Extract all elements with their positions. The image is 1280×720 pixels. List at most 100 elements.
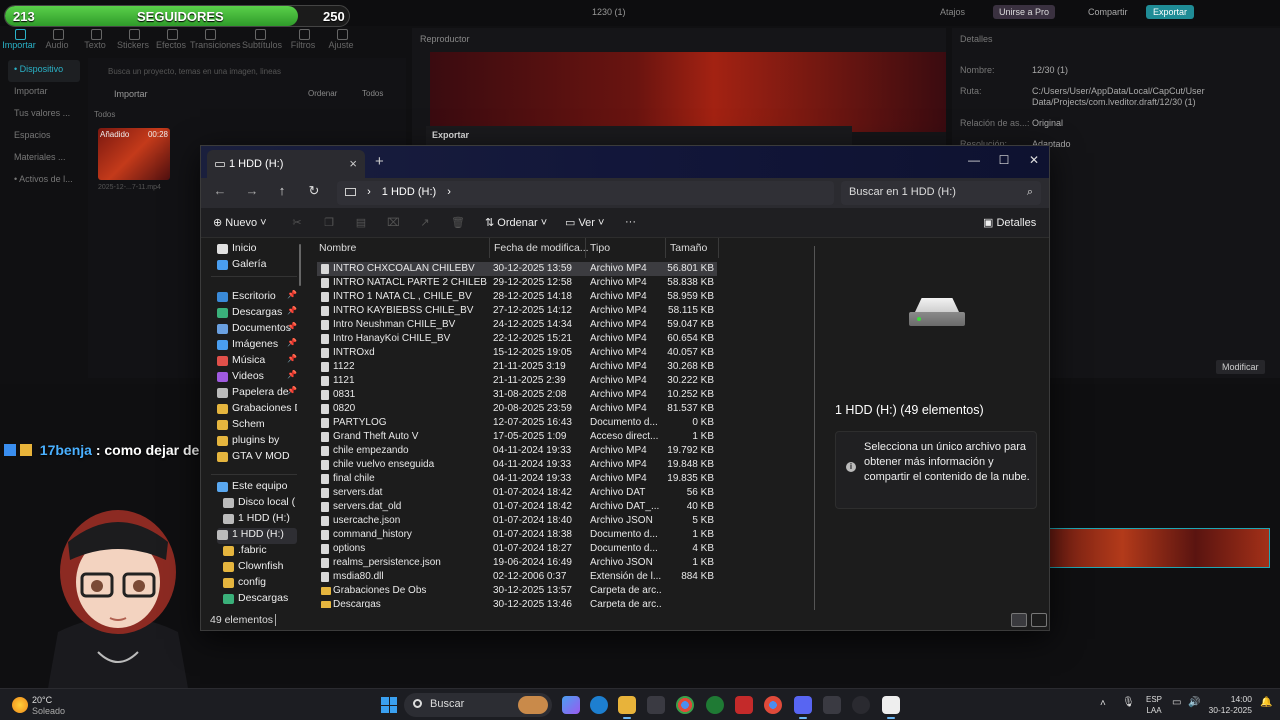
refresh-icon[interactable]: ↻	[301, 183, 327, 203]
column-type[interactable]: Tipo	[590, 242, 610, 254]
join-pro-button[interactable]: Unirse a Pro	[993, 5, 1056, 19]
steam-icon[interactable]	[852, 696, 870, 714]
details-pane-splitter[interactable]	[814, 246, 815, 610]
chrome-profile-icon[interactable]	[764, 696, 782, 714]
file-row[interactable]: INTRO NATACL PARTE 2 CHILEBV 29-12-2025 1…	[317, 276, 717, 290]
file-row[interactable]: INTRO KAYBIEBSS CHILE_BV 27-12-2025 14:12…	[317, 304, 717, 318]
tool-audio[interactable]: Audio	[38, 26, 76, 56]
nav-item[interactable]: 1 HDD (H:)	[223, 512, 299, 528]
tool-stickers[interactable]: Stickers	[114, 26, 152, 56]
file-row[interactable]: final chile 04-11-2024 19:33 Archivo MP4 19…	[317, 472, 717, 486]
maximize-button[interactable]: ☐	[989, 150, 1019, 172]
up-arrow-icon[interactable]: ↑	[269, 183, 295, 203]
microphone-icon[interactable]: 🎙	[1122, 697, 1135, 708]
file-row[interactable]: chile vuelvo enseguida 04-11-2024 19:33 Ar…	[317, 458, 717, 472]
media-sort-button[interactable]: Ordenar	[308, 89, 337, 98]
file-row[interactable]: 1121 21-11-2025 2:39 Archivo MP4 30.222 KB	[317, 374, 717, 388]
clock[interactable]: 14:00 30-12-2025	[1208, 694, 1252, 716]
side-spaces[interactable]: Espacios	[8, 126, 80, 148]
nav-item[interactable]: Papelera de 📌	[217, 386, 297, 402]
explorer-tab[interactable]: 1 HDD (H:) ×	[207, 150, 365, 178]
language-indicator[interactable]: ESP LAA	[1146, 694, 1162, 716]
media-search-input[interactable]: Busca un proyecto, temas en una imagen, …	[108, 67, 281, 76]
side-import[interactable]: Importar	[8, 82, 80, 104]
game-icon[interactable]	[823, 696, 841, 714]
tiles-view-icon[interactable]	[1031, 613, 1047, 627]
details-pane-button[interactable]: ▣ Detalles	[983, 216, 1036, 229]
share-icon[interactable]: ↗	[419, 216, 431, 229]
nav-item[interactable]: Videos 📌	[217, 370, 297, 386]
media-import-button[interactable]: Importar	[114, 89, 148, 99]
cut-icon[interactable]: ✂	[291, 216, 303, 229]
column-date[interactable]: Fecha de modifica...	[494, 242, 589, 254]
nav-item[interactable]: Escritorio 📌	[217, 290, 297, 306]
column-separator[interactable]	[665, 238, 666, 258]
nav-item[interactable]: 1 HDD (H:)	[217, 528, 297, 544]
side-device[interactable]: • Dispositivo	[8, 60, 80, 82]
taskbar-search[interactable]: Buscar	[404, 693, 552, 717]
navigation-scrollbar[interactable]	[299, 244, 301, 286]
forward-arrow-icon[interactable]: →	[239, 183, 265, 203]
nav-item[interactable]: Disco local (	[223, 496, 299, 512]
column-separator[interactable]	[489, 238, 490, 258]
nav-item[interactable]: Música 📌	[217, 354, 297, 370]
tool-filters[interactable]: Filtros	[284, 26, 322, 56]
column-separator[interactable]	[718, 238, 719, 258]
delete-icon[interactable]: 🗑	[451, 216, 465, 229]
file-row[interactable]: 0831 31-08-2025 2:08 Archivo MP4 10.252 KB	[317, 388, 717, 402]
minimize-button[interactable]: —	[959, 150, 989, 172]
nav-item[interactable]: Schem	[217, 418, 297, 434]
close-window-button[interactable]: ✕	[1019, 150, 1049, 172]
tool-text[interactable]: Texto	[76, 26, 114, 56]
file-row[interactable]: chile empezando 04-11-2024 19:33 Archivo M…	[317, 444, 717, 458]
paste-icon[interactable]: ▤	[355, 216, 367, 229]
capcut-icon[interactable]	[882, 696, 900, 719]
store-icon[interactable]	[647, 696, 665, 714]
file-explorer-icon[interactable]	[618, 696, 636, 719]
side-materials[interactable]: Materiales ...	[8, 148, 80, 170]
export-button[interactable]: Exportar	[1146, 5, 1195, 19]
back-arrow-icon[interactable]: ←	[207, 183, 233, 203]
view-button[interactable]: ▭ Ver ˅	[565, 216, 604, 229]
tool-subtitles[interactable]: Subtítulos	[240, 26, 284, 56]
file-row[interactable]: usercache.json 01-07-2024 18:40 Archivo JS…	[317, 514, 717, 528]
obs-record-icon[interactable]	[735, 696, 753, 714]
tool-import[interactable]: Importar	[0, 26, 38, 56]
new-button[interactable]: ⊕ Nuevo ˅	[213, 216, 267, 229]
tray-chevron-icon[interactable]: ˄	[1100, 698, 1106, 709]
nav-item[interactable]: Inicio	[217, 242, 297, 258]
side-assets[interactable]: • Activos de l...	[8, 170, 80, 192]
file-row[interactable]: Descargas 30-12-2025 13:46 Carpeta de arc.…	[317, 598, 717, 608]
file-row[interactable]: INTRO CHXCOALAN CHILEBV 30-12-2025 13:59 A…	[317, 262, 717, 276]
breadcrumb-drive[interactable]: 1 HDD (H:)	[382, 186, 436, 198]
network-icon[interactable]: ▭	[1172, 697, 1181, 708]
nav-item[interactable]: Imágenes 📌	[217, 338, 297, 354]
tool-effects[interactable]: Efectos	[152, 26, 190, 56]
close-tab-icon[interactable]: ×	[349, 156, 357, 171]
search-input[interactable]: Buscar en 1 HDD (H:) ⌕	[841, 181, 1041, 205]
file-row[interactable]: Intro Neushman CHILE_BV 24-12-2025 14:34 A…	[317, 318, 717, 332]
new-tab-button[interactable]: +	[375, 153, 384, 170]
file-row[interactable]: servers.dat 01-07-2024 18:42 Archivo DAT 56…	[317, 486, 717, 500]
file-row[interactable]: servers.dat_old 01-07-2024 18:42 Archivo D…	[317, 500, 717, 514]
file-row[interactable]: INTROxd 15-12-2025 19:05 Archivo MP4 40.057…	[317, 346, 717, 360]
nav-item[interactable]: Documentos 📌	[217, 322, 297, 338]
copy-icon[interactable]: ❐	[323, 216, 335, 229]
rename-icon[interactable]: ⌧	[387, 216, 400, 229]
details-view-icon[interactable]	[1011, 613, 1027, 627]
more-options-button[interactable]: ···	[625, 216, 636, 228]
file-row[interactable]: Grand Theft Auto V 17-05-2025 1:09 Acceso …	[317, 430, 717, 444]
nav-item[interactable]: Descargas 📌	[217, 306, 297, 322]
edge-icon[interactable]	[590, 696, 608, 714]
discord-icon[interactable]	[794, 696, 812, 719]
side-your-values[interactable]: Tus valores ...	[8, 104, 80, 126]
copilot-icon[interactable]	[562, 696, 580, 714]
address-bar[interactable]: › 1 HDD (H:) ›	[337, 181, 834, 205]
chrome-icon[interactable]	[676, 696, 694, 714]
nav-item[interactable]: Descargas	[223, 592, 299, 608]
xbox-icon[interactable]	[706, 696, 724, 714]
sort-button[interactable]: ⇅ Ordenar ˅	[485, 216, 547, 229]
details-modify-button[interactable]: Modificar	[1216, 360, 1265, 374]
nav-item[interactable]: .fabric	[223, 544, 299, 560]
notifications-icon[interactable]: 🔔	[1260, 697, 1272, 708]
